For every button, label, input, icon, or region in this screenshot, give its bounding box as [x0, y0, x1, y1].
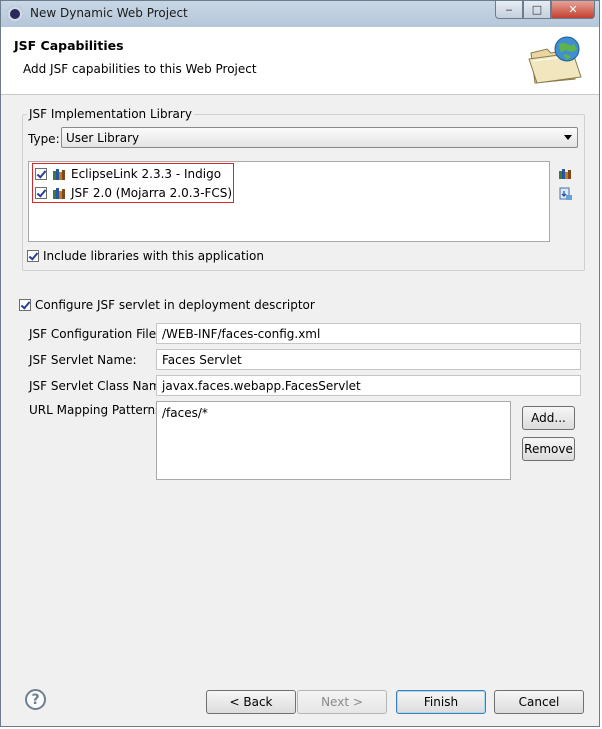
- page-title: JSF Capabilities: [14, 38, 124, 53]
- library-label: EclipseLink 2.3.3 - Indigo: [71, 166, 222, 181]
- configure-servlet-option[interactable]: Configure JSF servlet in deployment desc…: [19, 298, 315, 312]
- minimize-button[interactable]: ‒: [495, 1, 523, 19]
- title-bar[interactable]: New Dynamic Web Project ‒ □ ✕: [1, 1, 599, 28]
- config-file-field[interactable]: /WEB-INF/faces-config.xml: [156, 323, 581, 344]
- servlet-class-field[interactable]: javax.faces.webapp.FacesServlet: [156, 375, 581, 396]
- config-file-label: JSF Configuration File:: [29, 327, 161, 341]
- list-item[interactable]: /faces/*: [162, 406, 505, 420]
- library-label: JSF 2.0 (Mojarra 2.0.3-FCS): [71, 185, 233, 200]
- implementation-library-group-label: JSF Implementation Library: [27, 107, 194, 121]
- dialog-window: New Dynamic Web Project ‒ □ ✕ JSF Capabi…: [0, 0, 600, 727]
- servlet-name-field[interactable]: Faces Servlet: [156, 349, 581, 370]
- library-icon: [53, 187, 68, 199]
- library-checkbox[interactable]: [35, 186, 47, 199]
- url-patterns-list[interactable]: /faces/*: [156, 401, 511, 480]
- configure-servlet-label: Configure JSF servlet in deployment desc…: [35, 298, 315, 312]
- list-item[interactable]: JSF 2.0 (Mojarra 2.0.3-FCS): [35, 184, 232, 201]
- chevron-down-icon: [564, 135, 572, 140]
- servlet-name-label: JSF Servlet Name:: [29, 353, 137, 367]
- url-patterns-label: URL Mapping Patterns:: [29, 403, 166, 417]
- list-item[interactable]: EclipseLink 2.3.3 - Indigo: [35, 165, 221, 182]
- next-button[interactable]: Next >: [297, 690, 387, 714]
- library-checkbox[interactable]: [35, 167, 47, 180]
- include-libraries-checkbox[interactable]: [27, 250, 39, 262]
- add-pattern-button[interactable]: Add...: [522, 406, 575, 430]
- library-icon: [53, 168, 68, 180]
- include-libraries-option[interactable]: Include libraries with this application: [27, 249, 264, 263]
- maximize-button[interactable]: □: [523, 1, 551, 19]
- close-button[interactable]: ✕: [551, 1, 595, 19]
- finish-button[interactable]: Finish: [396, 690, 486, 714]
- window-controls: ‒ □ ✕: [495, 1, 595, 19]
- window-title: New Dynamic Web Project: [30, 6, 188, 20]
- include-libraries-label: Include libraries with this application: [43, 249, 264, 263]
- folder-globe-icon: [528, 36, 582, 84]
- page-description: Add JSF capabilities to this Web Project: [23, 62, 257, 76]
- servlet-class-label: JSF Servlet Class Name:: [29, 379, 172, 393]
- remove-pattern-button[interactable]: Remove: [522, 437, 575, 461]
- eclipse-app-icon: [7, 6, 23, 22]
- type-label: Type:: [28, 132, 60, 146]
- help-icon[interactable]: ?: [25, 689, 46, 710]
- manage-libraries-icon[interactable]: [558, 166, 573, 181]
- cancel-button[interactable]: Cancel: [494, 690, 584, 714]
- wizard-header: JSF Capabilities Add JSF capabilities to…: [1, 27, 599, 95]
- configure-servlet-checkbox[interactable]: [19, 299, 31, 311]
- library-type-value: User Library: [66, 131, 140, 145]
- library-type-select[interactable]: User Library: [61, 127, 578, 148]
- back-button[interactable]: < Back: [206, 690, 296, 714]
- download-library-icon[interactable]: [558, 186, 573, 201]
